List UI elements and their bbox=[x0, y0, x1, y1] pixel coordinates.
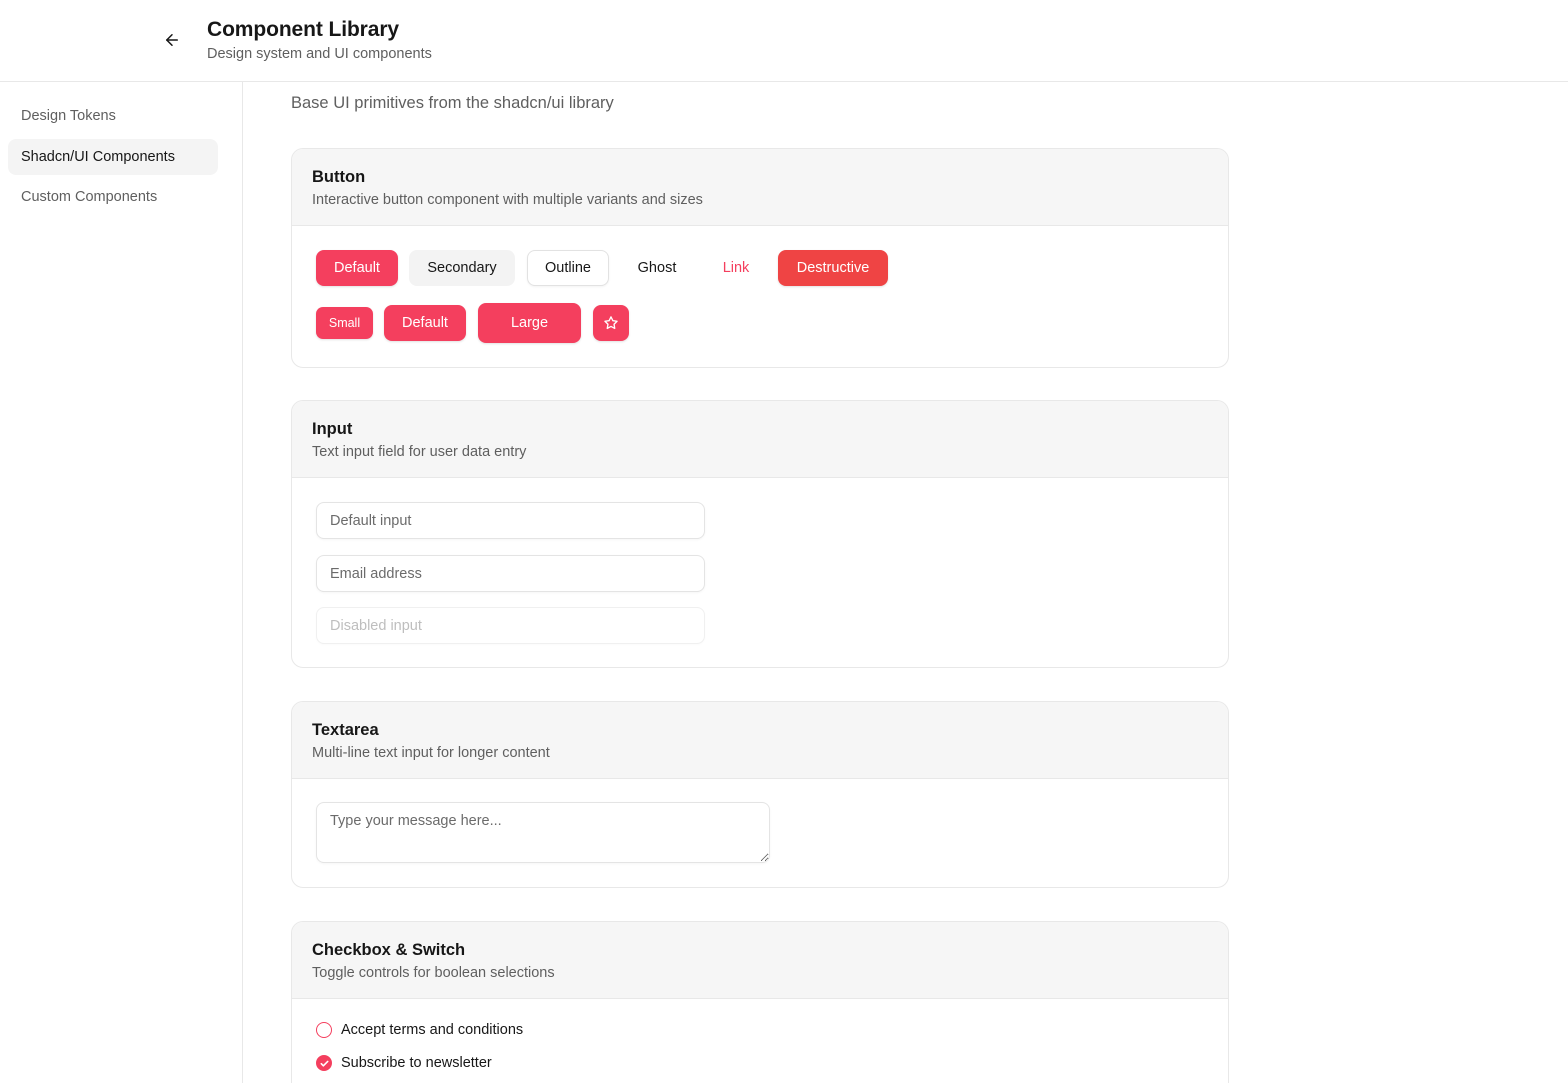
large-size-button[interactable]: Large bbox=[478, 303, 581, 343]
disabled-input bbox=[316, 607, 705, 644]
page-subtitle: Design system and UI components bbox=[207, 46, 432, 62]
back-button[interactable] bbox=[158, 26, 186, 54]
textarea-card: Textarea Multi-line text input for longe… bbox=[291, 701, 1229, 888]
button-card: Button Interactive button component with… bbox=[291, 148, 1229, 368]
card-title: Button bbox=[312, 168, 366, 186]
checkbox-checked[interactable] bbox=[316, 1055, 332, 1071]
checkbox-label: Accept terms and conditions bbox=[341, 1022, 524, 1038]
checkbox-label: Subscribe to newsletter bbox=[341, 1055, 492, 1071]
check-icon bbox=[319, 1060, 329, 1067]
ghost-variant-button[interactable]: Ghost bbox=[621, 250, 693, 286]
main-content: Base UI primitives from the shadcn/ui li… bbox=[243, 82, 1568, 1083]
icon-button[interactable] bbox=[593, 305, 629, 341]
card-header: Textarea Multi-line text input for longe… bbox=[292, 702, 1228, 779]
card-description: Interactive button component with multip… bbox=[312, 192, 703, 208]
checkbox-switch-card: Checkbox & Switch Toggle controls for bo… bbox=[291, 921, 1229, 1083]
card-title: Checkbox & Switch bbox=[312, 941, 466, 959]
section-intro: Base UI primitives from the shadcn/ui li… bbox=[291, 94, 614, 112]
message-textarea[interactable] bbox=[316, 802, 770, 863]
small-size-button[interactable]: Small bbox=[316, 307, 373, 339]
outline-variant-button[interactable]: Outline bbox=[527, 250, 609, 286]
checkbox-unchecked[interactable] bbox=[316, 1022, 332, 1038]
input-card: Input Text input field for user data ent… bbox=[291, 400, 1229, 668]
card-title: Input bbox=[312, 420, 353, 438]
link-variant-button[interactable]: Link bbox=[704, 250, 768, 286]
card-description: Toggle controls for boolean selections bbox=[312, 965, 555, 981]
terms-checkbox[interactable]: Accept terms and conditions bbox=[316, 1022, 523, 1038]
sidebar-item-design-tokens[interactable]: Design Tokens bbox=[8, 98, 218, 134]
card-title: Textarea bbox=[312, 721, 379, 739]
card-header: Button Interactive button component with… bbox=[292, 149, 1228, 226]
card-description: Multi-line text input for longer content bbox=[312, 745, 550, 761]
secondary-variant-button[interactable]: Secondary bbox=[409, 250, 515, 286]
sidebar-item-shadcn-components[interactable]: Shadcn/UI Components bbox=[8, 139, 218, 175]
sidebar: Design Tokens Shadcn/UI Components Custo… bbox=[0, 82, 243, 1083]
default-size-button[interactable]: Default bbox=[384, 305, 466, 341]
destructive-variant-button[interactable]: Destructive bbox=[778, 250, 888, 286]
sidebar-item-custom-components[interactable]: Custom Components bbox=[8, 179, 218, 215]
card-header: Checkbox & Switch Toggle controls for bo… bbox=[292, 922, 1228, 999]
email-input[interactable] bbox=[316, 555, 705, 592]
star-icon bbox=[604, 316, 618, 330]
card-header: Input Text input field for user data ent… bbox=[292, 401, 1228, 478]
default-input[interactable] bbox=[316, 502, 705, 539]
default-variant-button[interactable]: Default bbox=[316, 250, 398, 286]
card-description: Text input field for user data entry bbox=[312, 444, 527, 460]
newsletter-checkbox[interactable]: Subscribe to newsletter bbox=[316, 1055, 492, 1071]
page-title: Component Library bbox=[207, 18, 399, 41]
page-header: Component Library Design system and UI c… bbox=[0, 0, 1568, 82]
arrow-left-icon bbox=[166, 34, 178, 46]
